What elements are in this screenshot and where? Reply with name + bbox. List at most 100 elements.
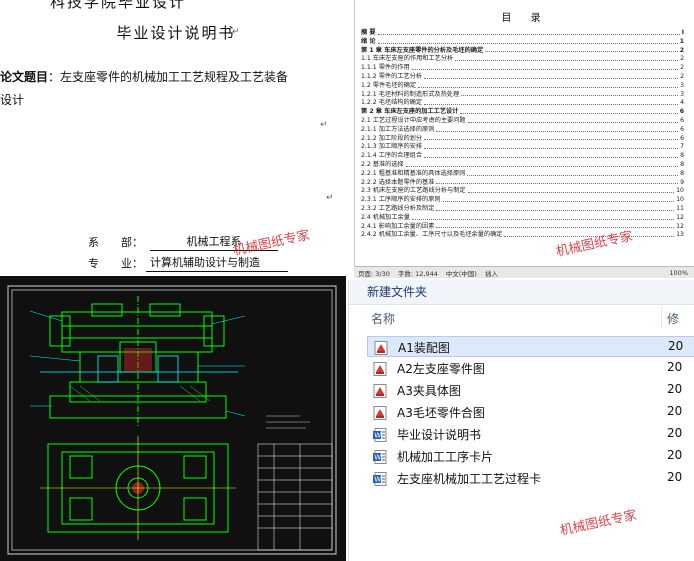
toc-entry[interactable]: 绪 论 1: [361, 38, 684, 47]
toc-entry[interactable]: 2.1 工艺过程设计中应考虑的主要问题 6: [361, 117, 684, 126]
status-mode[interactable]: 插入: [485, 268, 498, 278]
cad-assembly-drawing: [0, 276, 346, 561]
file-modified-date: 20: [667, 470, 683, 484]
svg-text:W: W: [374, 476, 381, 484]
file-row[interactable]: A3夹具体图 20: [367, 380, 694, 401]
toc-entry-text: 1.2 零件毛坯的确定: [361, 81, 417, 89]
cad-drawing-preview: [0, 276, 346, 561]
toc-entry-text: 2.1.1 加工方法选择的原则: [361, 125, 435, 133]
toc-leader-dots: [460, 108, 678, 114]
toc-entry-page: 4: [680, 99, 684, 107]
toc-entry-page: I: [681, 29, 684, 36]
toc-entry-text: 2.1.3 加工顺序的安排: [361, 143, 423, 151]
toc-leader-dots: [467, 170, 679, 176]
toc-entry[interactable]: 1.1 车床左支座的作用和工艺分析 2: [361, 55, 684, 64]
column-divider[interactable]: [661, 306, 662, 328]
status-zoom[interactable]: 100%: [669, 269, 688, 277]
file-name: 机械加工工序卡片: [397, 450, 494, 464]
folder-name[interactable]: 新建文件夹: [367, 283, 427, 300]
status-page[interactable]: 页面: 3/30: [358, 268, 390, 278]
thesis-title-line: 论文题目：左支座零件的机械加工工艺规程及工艺装备: [0, 70, 289, 84]
file-name: A1装配图: [398, 341, 450, 355]
toc-entry[interactable]: 2.1.1 加工方法选择的原则 6: [361, 126, 684, 135]
file-modified-date: 20: [667, 360, 683, 374]
toc-entry-page: 8: [680, 169, 684, 177]
toc-entry[interactable]: 2.3.1 工序顺序的安排的原则 10: [361, 196, 684, 205]
toc-entry-page: 3: [680, 90, 684, 98]
toc-leader-dots: [424, 73, 679, 79]
toc-entry[interactable]: 1.1.2 零件的工艺分析 2: [361, 73, 684, 82]
file-name: A2左支座零件图: [397, 362, 485, 376]
file-name: 毕业设计说明书: [397, 428, 482, 442]
toc-entry[interactable]: 第 2 章 车床左支座的加工工艺设计 6: [361, 108, 684, 117]
file-row[interactable]: W 左支座机械加工工艺过程卡 20: [367, 468, 694, 489]
cover-top-cut-text: 科技学院毕业设计: [50, 0, 187, 11]
toc-entry-page: 10: [676, 196, 684, 204]
toc-leader-dots: [461, 91, 679, 97]
file-row[interactable]: W 毕业设计说明书 20: [367, 424, 694, 445]
toc-entry-page: 9: [680, 178, 684, 186]
toc-entry[interactable]: 1.2.2 毛坯结构的确定 4: [361, 99, 684, 108]
toc-leader-dots: [411, 64, 679, 70]
toc-leader-dots: [467, 117, 679, 123]
toc-entry[interactable]: 2.1.4 工序的合理组合 8: [361, 152, 684, 161]
watermark: 机械图纸专家: [558, 508, 639, 539]
status-words[interactable]: 字数: 12,944: [398, 268, 438, 278]
toc-leader-dots: [467, 187, 675, 194]
toc-entry-page: 7: [680, 143, 684, 151]
toc-entry-text: 2.4 机械加工余量: [361, 213, 410, 221]
toc-entry[interactable]: 摘 要I: [361, 29, 684, 38]
dept-label: 系 部：: [88, 236, 143, 249]
file-row[interactable]: A3毛坯零件合图 20: [367, 402, 694, 423]
toc-entry-text: 第 2 章 车床左支座的加工工艺设计: [361, 108, 459, 116]
toc-leader-dots: [485, 47, 678, 53]
toc-entry[interactable]: 1.2 零件毛坯的确定 3: [361, 82, 684, 91]
toc-entry-text: 2.2.1 粗基准和精基准的具体选择原则: [361, 169, 466, 177]
file-row[interactable]: A1装配图 20: [367, 336, 694, 357]
toc-entry-page: 10: [676, 187, 684, 195]
toc-entry[interactable]: 2.1.3 加工顺序的安排 7: [361, 143, 684, 152]
toc-entry[interactable]: 2.3 机床左支座的工艺路线分析与制定 10: [361, 187, 684, 196]
status-language[interactable]: 中文(中国): [446, 268, 477, 278]
toc-entry-page: 8: [680, 152, 684, 160]
toc-entry[interactable]: 2.4.2 机械加工余量、工序尺寸以及毛坯余量的确定 13: [361, 231, 684, 240]
toc-entry-page: 6: [680, 125, 684, 133]
toc-entry-text: 2.1 工艺过程设计中应考虑的主要问题: [361, 116, 466, 124]
toc-entry-page: 12: [676, 222, 684, 230]
toc-leader-dots: [424, 143, 679, 150]
file-row[interactable]: A2左支座零件图 20: [367, 358, 694, 379]
toc-leader-dots: [418, 82, 679, 88]
toc-title: 目 录: [501, 13, 549, 24]
toc-entry[interactable]: 2.4 机械加工余量 12: [361, 214, 684, 223]
toc-entry-page: 11: [676, 204, 684, 212]
word-document-icon: W: [373, 471, 387, 486]
toc-entry-page: 6: [680, 134, 684, 142]
paragraph-mark: ↵: [326, 193, 334, 203]
toc-entry[interactable]: 1.1.1 零件的作用 2: [361, 64, 684, 73]
toc-entry-text: 2.3.2 工艺路线分析及制定: [361, 204, 435, 212]
toc-entry[interactable]: 2.2.1 粗基准和精基准的具体选择原则 8: [361, 170, 684, 179]
toc-entry-page: 1: [679, 37, 684, 45]
word-document-icon: W: [373, 449, 387, 464]
explorer-header: 新建文件夹: [349, 280, 694, 305]
toc-document: 目 录 摘 要I绪 论1第 1 章 车床左支座零件的分析及毛坯的确定 2 1.1 车…: [354, 0, 694, 278]
cover-title: 毕业设计说明书: [116, 24, 236, 42]
toc-entry-text: 2.4.1 影响加工余量的因素: [361, 222, 435, 230]
toc-entry-text: 绪 论: [361, 37, 376, 45]
toc-entry-text: 2.1.4 工序的合理组合: [361, 152, 423, 160]
word-status-bar: 页面: 3/30 字数: 12,944 中文(中国) 插入 100%: [354, 266, 694, 278]
column-header-name[interactable]: 名称: [371, 310, 395, 327]
toc-entry[interactable]: 2.3.2 工艺路线分析及制定 11: [361, 205, 684, 214]
file-row[interactable]: W 机械加工工序卡片 20: [367, 446, 694, 467]
thesis-label: 论文题目: [0, 70, 49, 84]
toc-leader-dots: [436, 179, 679, 185]
toc-entry[interactable]: 2.2 基准的选择 8: [361, 161, 684, 170]
thesis-title: 左支座零件的机械加工工艺规程及工艺装备: [60, 70, 289, 84]
file-name: 左支座机械加工工艺过程卡: [397, 472, 542, 486]
toc-leader-dots: [455, 55, 679, 62]
word-document-icon: W: [373, 427, 387, 442]
toc-entry[interactable]: 2.4.1 影响加工余量的因素 12: [361, 223, 684, 232]
column-header-modified[interactable]: 修: [667, 310, 679, 327]
toc-leader-dots: [436, 126, 679, 132]
cad-drawing-file-icon: [374, 340, 388, 355]
